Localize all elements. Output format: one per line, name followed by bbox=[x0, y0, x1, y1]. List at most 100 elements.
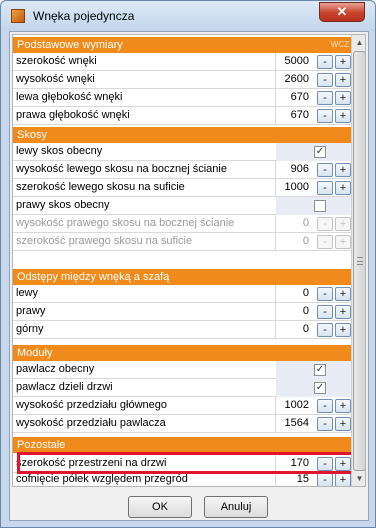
value-field[interactable]: 2600 bbox=[277, 73, 309, 85]
value-field[interactable]: 1564 bbox=[277, 417, 309, 429]
row-label: górny bbox=[16, 323, 44, 335]
divider bbox=[275, 161, 276, 179]
highlight-annotation bbox=[17, 452, 355, 474]
row-label: lewa głębokość wnęki bbox=[16, 91, 123, 103]
cancel-button[interactable]: Anuluj bbox=[204, 496, 268, 518]
divider bbox=[275, 233, 276, 251]
section-title: Podstawowe wymiary bbox=[17, 39, 123, 51]
increment-button[interactable]: + bbox=[335, 287, 351, 301]
divider bbox=[275, 71, 276, 89]
row-lewy-skos-obecny: lewy skos obecny ✓ bbox=[13, 143, 353, 161]
row-label: lewy skos obecny bbox=[16, 145, 103, 157]
row-pawlacz-obecny: pawlacz obecny ✓ bbox=[13, 361, 353, 379]
value-field[interactable]: 1002 bbox=[277, 399, 309, 411]
value-field[interactable]: 0 bbox=[277, 305, 309, 317]
row-label: wysokość przedziału pawlacza bbox=[16, 417, 166, 429]
value-field[interactable]: 15 bbox=[277, 473, 309, 485]
row-prawy-skos-obecny: prawy skos obecny bbox=[13, 197, 353, 215]
row-szerokosc-wneki: szerokość wnęki 5000 - + bbox=[13, 53, 353, 71]
row-label: wysokość przedziału głównego bbox=[16, 399, 168, 411]
decrement-button[interactable]: - bbox=[317, 305, 333, 319]
increment-button[interactable]: + bbox=[335, 417, 351, 431]
row-label: szerokość prawego skosu na suficie bbox=[16, 235, 193, 247]
decrement-button[interactable]: - bbox=[317, 181, 333, 195]
increment-button[interactable]: + bbox=[335, 55, 351, 69]
divider bbox=[275, 397, 276, 415]
value-field[interactable]: 0 bbox=[277, 323, 309, 335]
increment-button[interactable]: + bbox=[335, 399, 351, 413]
scroll-up-icon[interactable]: ▲ bbox=[353, 36, 365, 49]
value-field[interactable]: 5000 bbox=[277, 55, 309, 67]
row-wysokosc-przedzialu-pawlacza: wysokość przedziału pawlacza 1564 - + bbox=[13, 415, 353, 433]
decrement-button[interactable]: - bbox=[317, 473, 333, 486]
checkbox-pawlacz-dzieli[interactable]: ✓ bbox=[314, 382, 326, 394]
row-szerokosc-prawego-skosu: szerokość prawego skosu na suficie 0 - + bbox=[13, 233, 353, 251]
decrement-button[interactable]: - bbox=[317, 287, 333, 301]
close-button[interactable]: ✕ bbox=[319, 2, 365, 22]
increment-button: + bbox=[335, 235, 351, 249]
decrement-button[interactable]: - bbox=[317, 399, 333, 413]
decrement-button[interactable]: - bbox=[317, 417, 333, 431]
decrement-button[interactable]: - bbox=[317, 163, 333, 177]
row-label: prawy bbox=[16, 305, 46, 317]
scroll-down-icon[interactable]: ▼ bbox=[353, 472, 365, 485]
row-gorny: górny 0 - + bbox=[13, 321, 353, 339]
checkbox-lewy-skos[interactable]: ✓ bbox=[314, 146, 326, 158]
value-field[interactable]: 0 bbox=[277, 287, 309, 299]
decrement-button: - bbox=[317, 235, 333, 249]
vertical-scrollbar[interactable]: ▲ ▼ bbox=[351, 35, 365, 486]
row-label: szerokość wnęki bbox=[16, 55, 97, 67]
section-header-odstepy: Odstępy między wnęką a szafą bbox=[13, 269, 353, 285]
row-wysokosc-wneki: wysokość wnęki 2600 - + bbox=[13, 71, 353, 89]
checkbox-pawlacz[interactable]: ✓ bbox=[314, 364, 326, 376]
increment-button[interactable]: + bbox=[335, 473, 351, 486]
row-label: lewy bbox=[16, 287, 39, 299]
row-szerokosc-lewego-skosu: szerokość lewego skosu na suficie 1000 -… bbox=[13, 179, 353, 197]
divider bbox=[275, 415, 276, 433]
row-wysokosc-prawego-skosu: wysokość prawego skosu na bocznej ściani… bbox=[13, 215, 353, 233]
ok-button[interactable]: OK bbox=[128, 496, 192, 518]
row-wysokosc-lewego-skosu: wysokość lewego skosu na bocznej ścianie… bbox=[13, 161, 353, 179]
increment-button: + bbox=[335, 217, 351, 231]
decrement-button[interactable]: - bbox=[317, 73, 333, 87]
increment-button[interactable]: + bbox=[335, 323, 351, 337]
decrement-button[interactable]: - bbox=[317, 91, 333, 105]
checkbox-prawy-skos[interactable] bbox=[314, 200, 326, 212]
row-lewy: lewy 0 - + bbox=[13, 285, 353, 303]
value-field[interactable]: 906 bbox=[277, 163, 309, 175]
increment-button[interactable]: + bbox=[335, 109, 351, 123]
divider bbox=[275, 53, 276, 71]
checkbox-cell: ✓ bbox=[276, 361, 353, 379]
row-label: prawa głębokość wnęki bbox=[16, 109, 130, 121]
increment-button[interactable]: + bbox=[335, 91, 351, 105]
row-wysokosc-przedzialu-glownego: wysokość przedziału głównego 1002 - + bbox=[13, 397, 353, 415]
scroll-thumb[interactable] bbox=[353, 51, 365, 471]
section-header-podstawowe: Podstawowe wymiary WCZ bbox=[13, 37, 353, 53]
row-label: szerokość lewego skosu na suficie bbox=[16, 181, 185, 193]
row-label: pawlacz dzieli drzwi bbox=[16, 381, 113, 393]
section-header-moduly: Moduły bbox=[13, 345, 353, 361]
increment-button[interactable]: + bbox=[335, 181, 351, 195]
divider bbox=[275, 303, 276, 321]
decrement-button[interactable]: - bbox=[317, 323, 333, 337]
section-title: Skosy bbox=[17, 129, 47, 141]
section-header-skosy: Skosy bbox=[13, 127, 353, 143]
row-label: wysokość wnęki bbox=[16, 73, 95, 85]
value-field[interactable]: 670 bbox=[277, 109, 309, 121]
increment-button[interactable]: + bbox=[335, 73, 351, 87]
row-prawa-glebokosc: prawa głębokość wnęki 670 - + bbox=[13, 107, 353, 125]
decrement-button[interactable]: - bbox=[317, 55, 333, 69]
divider bbox=[275, 107, 276, 125]
checkbox-cell: ✓ bbox=[276, 379, 353, 397]
value-field[interactable]: 670 bbox=[277, 91, 309, 103]
increment-button[interactable]: + bbox=[335, 163, 351, 177]
value-field[interactable]: 1000 bbox=[277, 181, 309, 193]
section-title: Pozostałe bbox=[17, 439, 66, 451]
title-bar[interactable]: Wnęka pojedyncza ✕ bbox=[1, 1, 375, 31]
increment-button[interactable]: + bbox=[335, 305, 351, 319]
row-label: prawy skos obecny bbox=[16, 199, 110, 211]
decrement-button: - bbox=[317, 217, 333, 231]
divider bbox=[275, 285, 276, 303]
decrement-button[interactable]: - bbox=[317, 109, 333, 123]
dialog-client: Podstawowe wymiary WCZ szerokość wnęki 5… bbox=[9, 31, 369, 521]
